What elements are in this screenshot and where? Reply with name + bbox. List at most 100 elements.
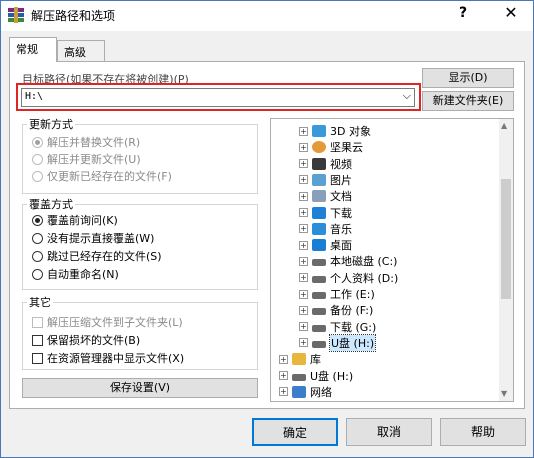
radio-icon [32, 153, 43, 165]
music-icon [312, 222, 326, 235]
radio-icon [32, 136, 43, 148]
tree-node[interactable]: + 网络 [279, 384, 332, 400]
tree-node[interactable]: + 图片 [299, 172, 352, 188]
expand-icon[interactable]: + [299, 273, 308, 283]
overwrite-option-overwrite[interactable]: 没有提示直接覆盖(W) [32, 230, 154, 246]
checkbox-icon [32, 352, 43, 364]
drive-icon [312, 292, 326, 299]
expand-icon[interactable]: + [299, 142, 308, 152]
library-icon [292, 353, 306, 366]
tree-node[interactable]: + 音乐 [299, 221, 352, 237]
ok-button[interactable]: 确定 [252, 418, 338, 446]
tree-node-label: 网络 [310, 385, 332, 399]
nutstore-icon [312, 141, 326, 154]
radio-icon [32, 250, 43, 262]
show-button[interactable]: 显示(D) [422, 68, 514, 88]
window-title: 解压路径和选项 [31, 9, 116, 23]
tree-node-label: 桌面 [330, 239, 352, 253]
help-button[interactable]: 帮助 [440, 418, 526, 446]
overwrite-option-skip[interactable]: 跳过已经存在的文件(S) [32, 248, 162, 264]
expand-icon[interactable]: + [299, 305, 308, 315]
misc-option-keep-broken[interactable]: 保留损坏的文件(B) [32, 332, 140, 348]
misc-option-show-in-explorer[interactable]: 在资源管理器中显示文件(X) [32, 350, 184, 366]
tab-advanced[interactable]: 高级 [57, 40, 105, 62]
update-option-replace[interactable]: 解压并替换文件(R) [32, 134, 140, 150]
scroll-thumb[interactable] [501, 179, 511, 299]
expand-icon[interactable]: + [299, 159, 308, 169]
folder-tree[interactable]: +3D 对象 + 坚果云 + 视频 + 图片 + 文档 + 下载 + 音乐 + 桌面 + 本地磁盘 (C:) + 个… [270, 118, 514, 402]
expand-icon[interactable]: + [279, 387, 288, 397]
tree-node[interactable]: + 下载 (G:) [299, 319, 376, 335]
tree-node-label: 本地磁盘 (C:) [330, 255, 398, 269]
help-icon[interactable]: ? [453, 5, 473, 21]
tree-node[interactable]: + 视频 [299, 156, 352, 172]
expand-icon[interactable]: + [299, 224, 308, 234]
cancel-button[interactable]: 取消 [346, 418, 432, 446]
overwrite-option-rename[interactable]: 自动重命名(N) [32, 266, 119, 282]
tree-node[interactable]: + 文档 [299, 188, 352, 204]
expand-icon[interactable]: + [299, 322, 308, 332]
expand-icon[interactable]: + [299, 338, 308, 348]
drive-icon [312, 259, 326, 267]
tree-node-label: 3D 对象 [330, 125, 371, 138]
overwrite-option-ask[interactable]: 覆盖前询问(K) [32, 212, 118, 228]
expand-icon[interactable]: + [299, 256, 308, 266]
tree-node[interactable]: + 坚果云 [299, 139, 363, 155]
tree-node[interactable]: + 桌面 [299, 237, 352, 253]
tree-node[interactable]: + 工作 (E:) [299, 286, 375, 302]
title-bar[interactable]: 解压路径和选项 ? ✕ [1, 1, 533, 31]
expand-icon[interactable]: + [299, 191, 308, 201]
tree-scrollbar[interactable]: ▲ ▼ [499, 119, 513, 401]
expand-icon[interactable]: + [299, 126, 308, 136]
general-tab-panel: 目标路径(如果不存在将被创建)(P) H:\ ⌵ 显示(D) 新建文件夹(E) … [9, 61, 525, 409]
expand-icon[interactable]: + [299, 175, 308, 185]
misc-option-subfolder[interactable]: 解压压缩文件到子文件夹(L) [32, 314, 183, 330]
usb-drive-icon [292, 373, 306, 381]
radio-icon [32, 170, 43, 182]
tree-node-label: U盘 (H:) [328, 333, 377, 352]
expand-icon[interactable]: + [279, 371, 288, 380]
tree-node[interactable]: + 个人资料 (D:) [299, 270, 398, 286]
update-option-update[interactable]: 解压并更新文件(U) [32, 151, 141, 167]
tree-node-label: 音乐 [330, 222, 352, 236]
tree-node-label: 图片 [330, 173, 352, 187]
usb-drive-icon [312, 340, 326, 348]
expand-icon[interactable]: + [299, 240, 308, 250]
update-mode-title: 更新方式 [27, 116, 75, 132]
expand-icon[interactable]: + [279, 354, 288, 364]
overwrite-mode-title: 覆盖方式 [27, 196, 75, 212]
new-folder-button[interactable]: 新建文件夹(E) [422, 91, 514, 111]
tab-general[interactable]: 常规 [9, 37, 57, 62]
tree-node-label: 库 [310, 353, 321, 367]
downloads-icon [312, 206, 326, 219]
tree-node[interactable]: + 本地磁盘 (C:) [299, 253, 397, 269]
tree-node[interactable]: + 下载 [299, 205, 352, 221]
drive-icon [312, 324, 326, 332]
tree-node-label: 视频 [330, 157, 352, 171]
tree-node[interactable]: + U盘 (H:) [279, 368, 353, 384]
tree-node-label: 备份 (F:) [330, 304, 374, 318]
extract-options-dialog: 解压路径和选项 ? ✕ 常规 高级 目标路径(如果不存在将被创建)(P) H:\… [0, 0, 534, 458]
update-option-existing-only[interactable]: 仅更新已经存在的文件(F) [32, 168, 172, 184]
misc-title: 其它 [27, 294, 53, 310]
network-icon [292, 385, 306, 398]
save-settings-button[interactable]: 保存设置(V) [22, 378, 258, 398]
radio-icon [32, 214, 43, 226]
drive-icon [312, 308, 326, 316]
tree-node[interactable]: + U盘 (H:) [299, 333, 377, 352]
tree-node-label: 下载 [330, 206, 352, 220]
close-icon[interactable]: ✕ [499, 3, 523, 22]
scroll-up-icon[interactable]: ▲ [501, 121, 507, 130]
expand-icon[interactable]: + [299, 208, 308, 217]
highlight-box [16, 83, 421, 111]
documents-icon [312, 190, 326, 203]
expand-icon[interactable]: + [299, 289, 308, 299]
tree-node[interactable]: + 库 [279, 351, 321, 367]
radio-icon [32, 232, 43, 244]
scroll-down-icon[interactable]: ▼ [501, 389, 507, 398]
tree-node[interactable]: + 备份 (F:) [299, 302, 373, 318]
tree-node[interactable]: +3D 对象 [299, 123, 371, 139]
video-icon [312, 157, 326, 170]
tree-node-label: 个人资料 (D:) [330, 271, 399, 285]
tree-node-label: 工作 (E:) [330, 288, 375, 301]
